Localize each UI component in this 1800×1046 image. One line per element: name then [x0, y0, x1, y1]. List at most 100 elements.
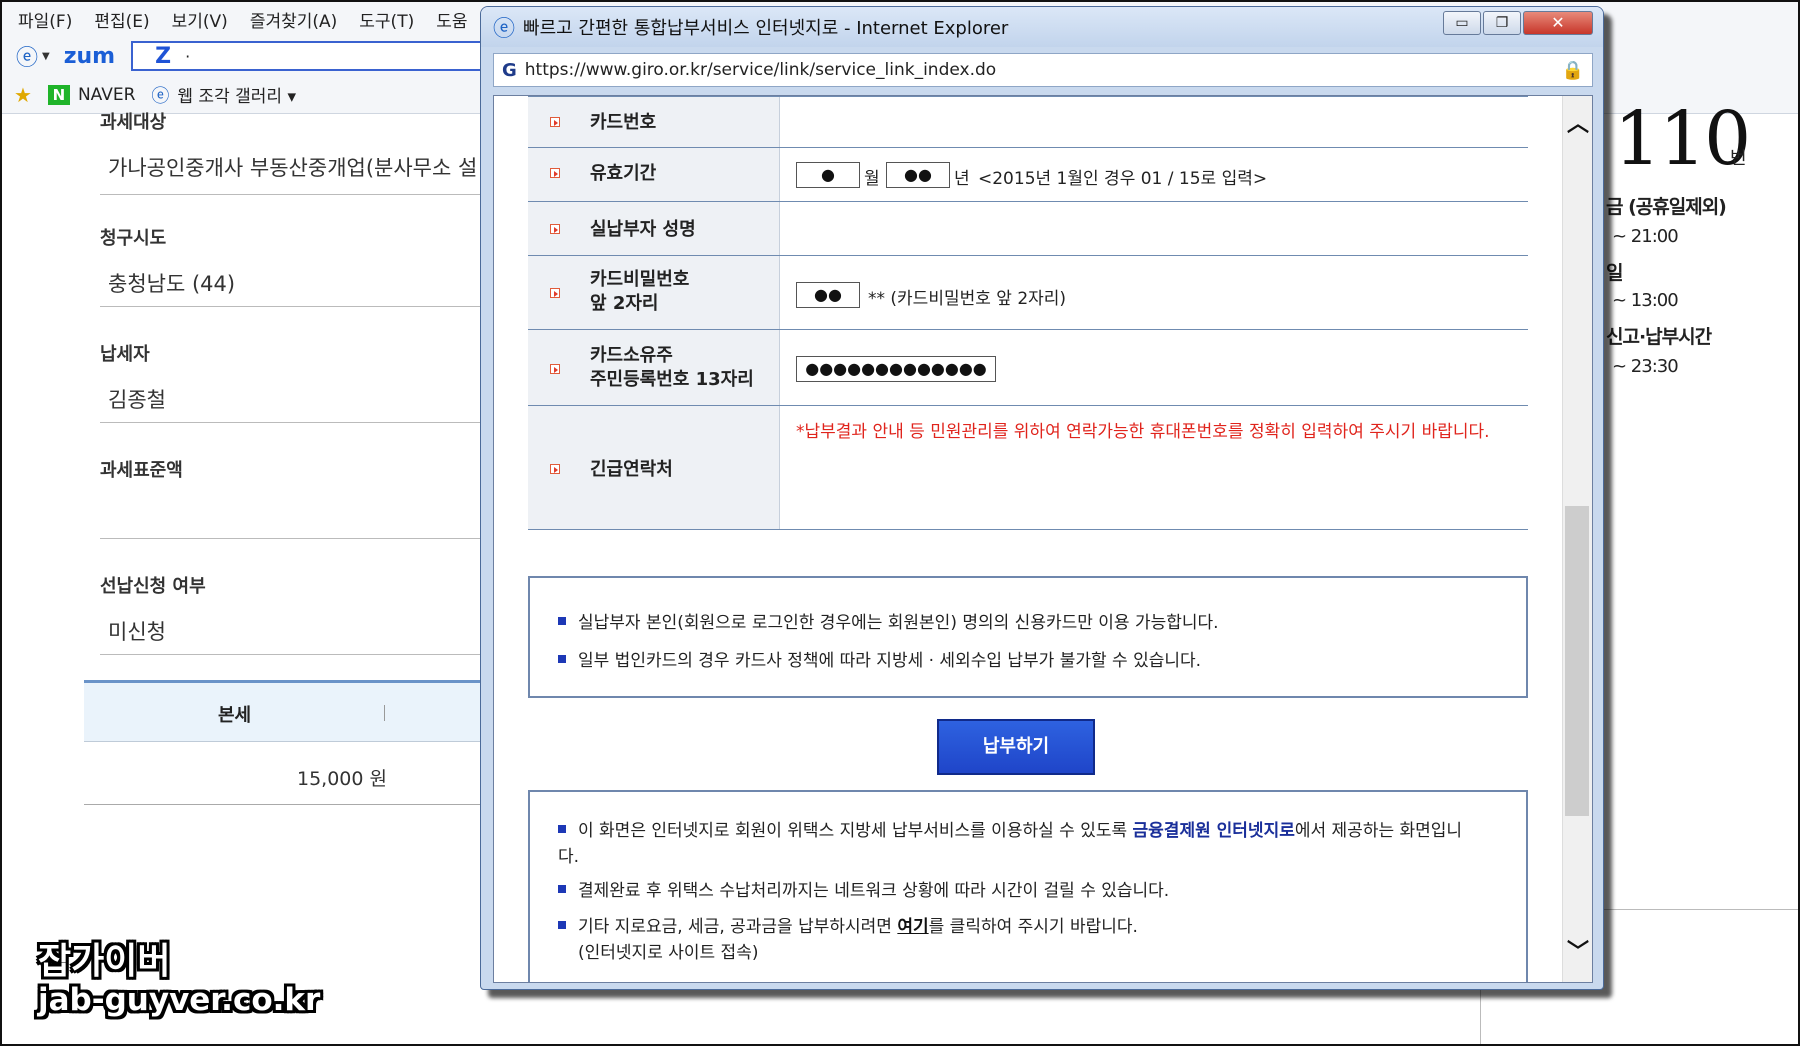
bullet-icon [550, 464, 560, 474]
field-label-taxpayer: 납세자 [100, 344, 150, 365]
bullet-icon [550, 224, 560, 234]
field-value-region: 충청남도 (44) [108, 272, 236, 296]
menu-help[interactable]: 도움 [436, 7, 467, 32]
info-text: 기타 지로요금, 세금, 공과금을 납부하시려면 [578, 917, 898, 937]
form-row-payer-name: 실납부자 성명 [528, 202, 1528, 256]
favorite-naver[interactable]: NAVER [78, 85, 135, 105]
field-label-tax-object: 과세대상 [100, 112, 167, 133]
divider [100, 538, 480, 539]
scrollbar-thumb[interactable] [1565, 506, 1589, 816]
field-label-region: 청구시도 [100, 228, 167, 249]
card-password-hint: ** (카드비밀번호 앞 2자리) [868, 289, 1067, 309]
menu-view[interactable]: 보기(V) [172, 7, 228, 32]
menu-tools[interactable]: 도구(T) [359, 7, 414, 32]
minimize-button[interactable]: ▭ [1443, 11, 1481, 35]
star-icon[interactable]: ★ [14, 83, 32, 107]
info-item: 결제완료 후 위택스 수납처리까지는 네트워크 상황에 따라 시간이 걸릴 수 … [558, 878, 1478, 904]
label-resident-1: 카드소유주 [590, 345, 673, 366]
label-card-password-2: 앞 2자리 [590, 293, 659, 314]
form-row-card-password: 카드비밀번호 앞 2자리 ●● ** (카드비밀번호 앞 2자리) [528, 256, 1528, 330]
popup-titlebar[interactable]: ⓔ 빠르고 간편한 통합납부서비스 인터넷지로 - Internet Explo… [481, 7, 1603, 47]
notice-text: 일부 법인카드의 경우 카드사 정책에 따라 지방세 · 세외수입 납부가 불가… [578, 651, 1202, 671]
ie-icon[interactable]: ⓔ [16, 40, 38, 72]
expiry-month-input[interactable]: ● [796, 162, 860, 188]
lock-icon[interactable]: 🔒 [1562, 60, 1584, 81]
watermark-url: jab-guyver.co.kr [38, 982, 321, 1018]
popup-title: 빠르고 간편한 통합납부서비스 인터넷지로 - Internet Explore… [523, 18, 1009, 39]
address-bar[interactable]: G https://www.giro.or.kr/service/link/se… [493, 53, 1593, 87]
divider [84, 804, 484, 805]
notice-text: 실납부자 본인(회원으로 로그인한 경우에는 회원본인) 명의의 신용카드만 이… [578, 613, 1219, 633]
form-row-emergency-contact: 긴급연락처 *납부결과 안내 등 민원관리를 위하여 연락가능한 휴대폰번호를 … [528, 406, 1528, 530]
window-controls: ▭ ❐ ✕ [1443, 11, 1593, 35]
chevron-up-icon[interactable]: ︿ [1567, 106, 1589, 138]
service-info-box: 이 화면은 인터넷지로 회원이 위택스 지방세 납부서비스를 이용하실 수 있도… [528, 790, 1528, 982]
bullet-icon [550, 117, 560, 127]
web-slice-icon: ⓔ [151, 85, 170, 107]
info-text: 결제완료 후 위택스 수납처리까지는 네트워크 상황에 따라 시간이 걸릴 수 … [578, 881, 1170, 901]
menu-favorites[interactable]: 즐겨찾기(A) [250, 7, 337, 32]
divider [100, 422, 480, 423]
label-resident-2: 주민등록번호 13자리 [590, 369, 754, 390]
search-input[interactable]: Z · [131, 41, 512, 71]
form-label-cell: 카드소유주 주민등록번호 13자리 [528, 330, 780, 405]
label-payer-name: 실납부자 성명 [590, 219, 696, 240]
resident-number-input[interactable]: ●●●●●●●●●●●●● [796, 356, 996, 382]
ie-icon: ⓔ [493, 17, 516, 42]
divider [100, 306, 480, 307]
pay-button[interactable]: 납부하기 [937, 719, 1095, 775]
field-label-tax-base: 과세표준액 [100, 460, 183, 481]
expiry-year-input[interactable]: ●● [886, 162, 950, 188]
close-button[interactable]: ✕ [1523, 11, 1593, 35]
url-text: https://www.giro.or.kr/service/link/serv… [524, 60, 997, 80]
bullet-icon [558, 825, 566, 833]
bullet-icon [558, 921, 566, 929]
label-expiry: 유효기간 [590, 163, 657, 184]
site-favicon-icon: G [502, 59, 517, 81]
info-text: 를 클릭하여 주시기 바랍니다. [928, 917, 1138, 937]
hours-filing: ~ 23:30 [1612, 356, 1679, 377]
bullet-icon [558, 655, 566, 663]
menu-file[interactable]: 파일(F) [18, 7, 72, 32]
bullet-icon [550, 364, 560, 374]
form-label-cell: 실납부자 성명 [528, 202, 780, 255]
info-text: 이 화면은 인터넷지로 회원이 위택스 지방세 납부서비스를 이용하실 수 있도… [578, 821, 1133, 841]
card-password-input[interactable]: ●● [796, 282, 860, 308]
expiry-hint: <2015년 1월인 경우 01 / 15로 입력> [978, 169, 1268, 189]
divider [100, 654, 480, 655]
tax-header-principal: 본세 [218, 705, 252, 726]
info-item: 기타 지로요금, 세금, 공과금을 납부하시려면 여기를 클릭하여 주시기 바랍… [558, 914, 1478, 940]
form-row-resident-number: 카드소유주 주민등록번호 13자리 ●●●●●●●●●●●●● [528, 330, 1528, 406]
form-label-cell: 카드번호 [528, 97, 780, 147]
label-card-number: 카드번호 [590, 112, 657, 133]
bullet-icon [558, 617, 566, 625]
label-card-password-1: 카드비밀번호 [590, 269, 690, 290]
search-engine-icon: Z [155, 43, 172, 69]
form-label-cell: 카드비밀번호 앞 2자리 [528, 256, 780, 329]
zum-logo[interactable]: zum [64, 44, 115, 69]
menu-edit[interactable]: 편집(E) [94, 7, 149, 32]
field-label-prepay: 선납신청 여부 [100, 576, 206, 597]
chevron-down-icon[interactable]: ﹀ [1567, 934, 1589, 966]
hours-label-saturday: 일 [1606, 262, 1624, 284]
form-row-card-number: 카드번호 [528, 96, 1528, 148]
bullet-icon [550, 288, 560, 298]
chevron-down-icon[interactable]: ▼ [42, 51, 50, 62]
hours-label-weekday: 금 (공휴일제외) [1606, 196, 1727, 218]
notice-item: 실납부자 본인(회원으로 로그인한 경우에는 회원본인) 명의의 신용카드만 이… [558, 608, 1219, 633]
giro-link[interactable]: 금융결제원 인터넷지로 [1133, 821, 1295, 841]
scrollbar[interactable]: ︿ ﹀ [1562, 96, 1592, 982]
help-center-panel: 110 번 금 (공휴일제외) ~ 21:00 일 ~ 13:00 신고·납부시… [1582, 96, 1798, 1044]
here-link[interactable]: 여기 [897, 917, 928, 937]
watermark-title: 잡가이버 [38, 941, 171, 982]
info-subtext: (인터넷지로 사이트 접속) [578, 943, 759, 963]
hours-weekday: ~ 21:00 [1612, 226, 1679, 247]
favorite-gallery[interactable]: 웹 조각 갤러리 ▾ [177, 82, 296, 107]
bullet-icon [550, 168, 560, 178]
column-divider [384, 705, 385, 721]
payment-form-page: 카드번호 유효기간 ● 월 ●● 년 <2015년 1월인 경우 01 / 15… [493, 95, 1593, 983]
field-value-taxpayer: 김종철 [108, 388, 166, 412]
tax-amount: 15,000 원 [297, 768, 388, 790]
expiry-year-unit: 년 [954, 169, 970, 189]
maximize-button[interactable]: ❐ [1483, 11, 1521, 35]
